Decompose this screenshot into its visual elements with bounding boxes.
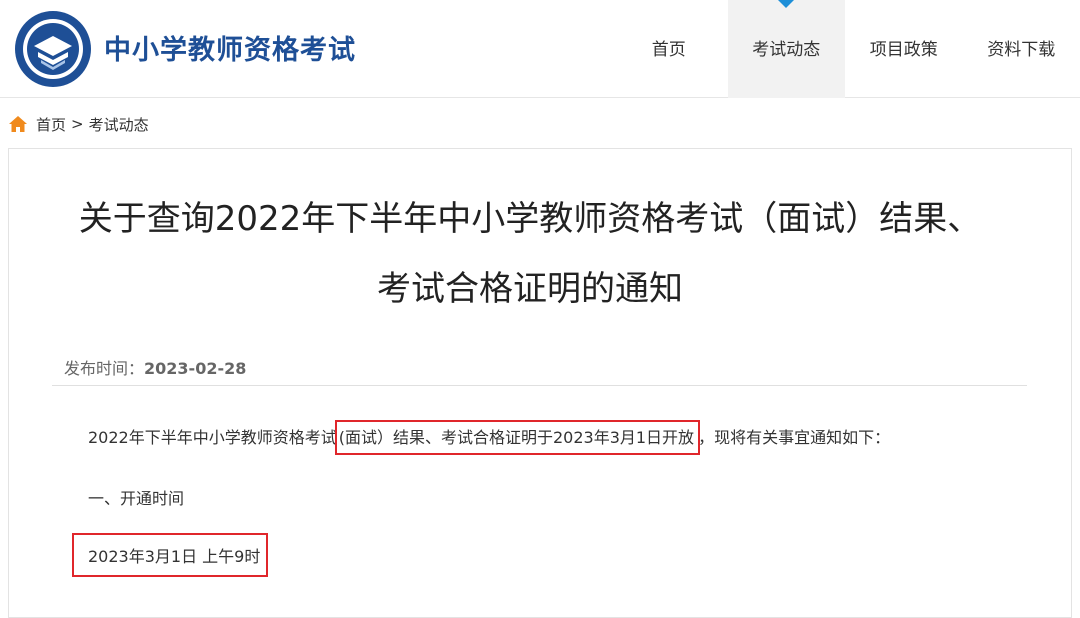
intro-text-after: ，现将有关事宜通知如下： bbox=[698, 428, 890, 447]
highlighted-open-time: 2023年3月1日 上午9时 bbox=[72, 533, 268, 577]
nav-item-label: 首页 bbox=[652, 40, 686, 60]
nav-item-label: 资料下载 bbox=[987, 40, 1055, 60]
breadcrumb-current[interactable]: 考试动态 bbox=[89, 114, 149, 135]
meta-divider bbox=[52, 385, 1027, 386]
nav-item-exam-news[interactable]: 考试动态 bbox=[728, 0, 846, 98]
breadcrumb-separator: > bbox=[71, 115, 84, 133]
article-meta: 发布时间：2023-02-28 bbox=[64, 355, 246, 379]
article-title: 关于查询2022年下半年中小学教师资格考试（面试）结果、 考试合格证明的通知 bbox=[0, 184, 1070, 324]
site-header: 中小学教师资格考试 首页 考试动态 项目政策 资料下载 bbox=[0, 0, 1080, 98]
site-logo-icon[interactable] bbox=[14, 10, 92, 88]
active-caret-icon bbox=[778, 0, 794, 8]
article-title-line1: 关于查询2022年下半年中小学教师资格考试（面试）结果、 bbox=[50, 184, 1010, 254]
breadcrumb: 首页 > 考试动态 bbox=[8, 112, 149, 136]
breadcrumb-home-link[interactable]: 首页 bbox=[36, 114, 66, 135]
section1-time: 2023年3月1日 上午9时 bbox=[72, 533, 268, 577]
publish-date: 2023-02-28 bbox=[144, 359, 246, 378]
nav-item-policy[interactable]: 项目政策 bbox=[845, 0, 963, 98]
nav-item-home[interactable]: 首页 bbox=[610, 0, 728, 98]
nav-item-label: 项目政策 bbox=[870, 40, 938, 60]
section1-heading: 一、开通时间 bbox=[88, 485, 184, 509]
article-title-line2: 考试合格证明的通知 bbox=[50, 254, 1010, 324]
nav-item-downloads[interactable]: 资料下载 bbox=[963, 0, 1080, 98]
nav-item-label: 考试动态 bbox=[752, 40, 820, 60]
site-title[interactable]: 中小学教师资格考试 bbox=[104, 28, 356, 67]
intro-paragraph: 2022年下半年中小学教师资格考试(面试）结果、考试合格证明于2023年3月1日… bbox=[88, 424, 890, 448]
main-nav: 首页 考试动态 项目政策 资料下载 bbox=[610, 0, 1080, 98]
intro-text-before: 2022年下半年中小学教师资格考试 bbox=[88, 428, 337, 447]
publish-label: 发布时间： bbox=[64, 359, 144, 378]
highlighted-open-date-text: (面试）结果、考试合格证明于2023年3月1日开放 bbox=[335, 420, 700, 455]
home-icon[interactable] bbox=[8, 114, 28, 134]
